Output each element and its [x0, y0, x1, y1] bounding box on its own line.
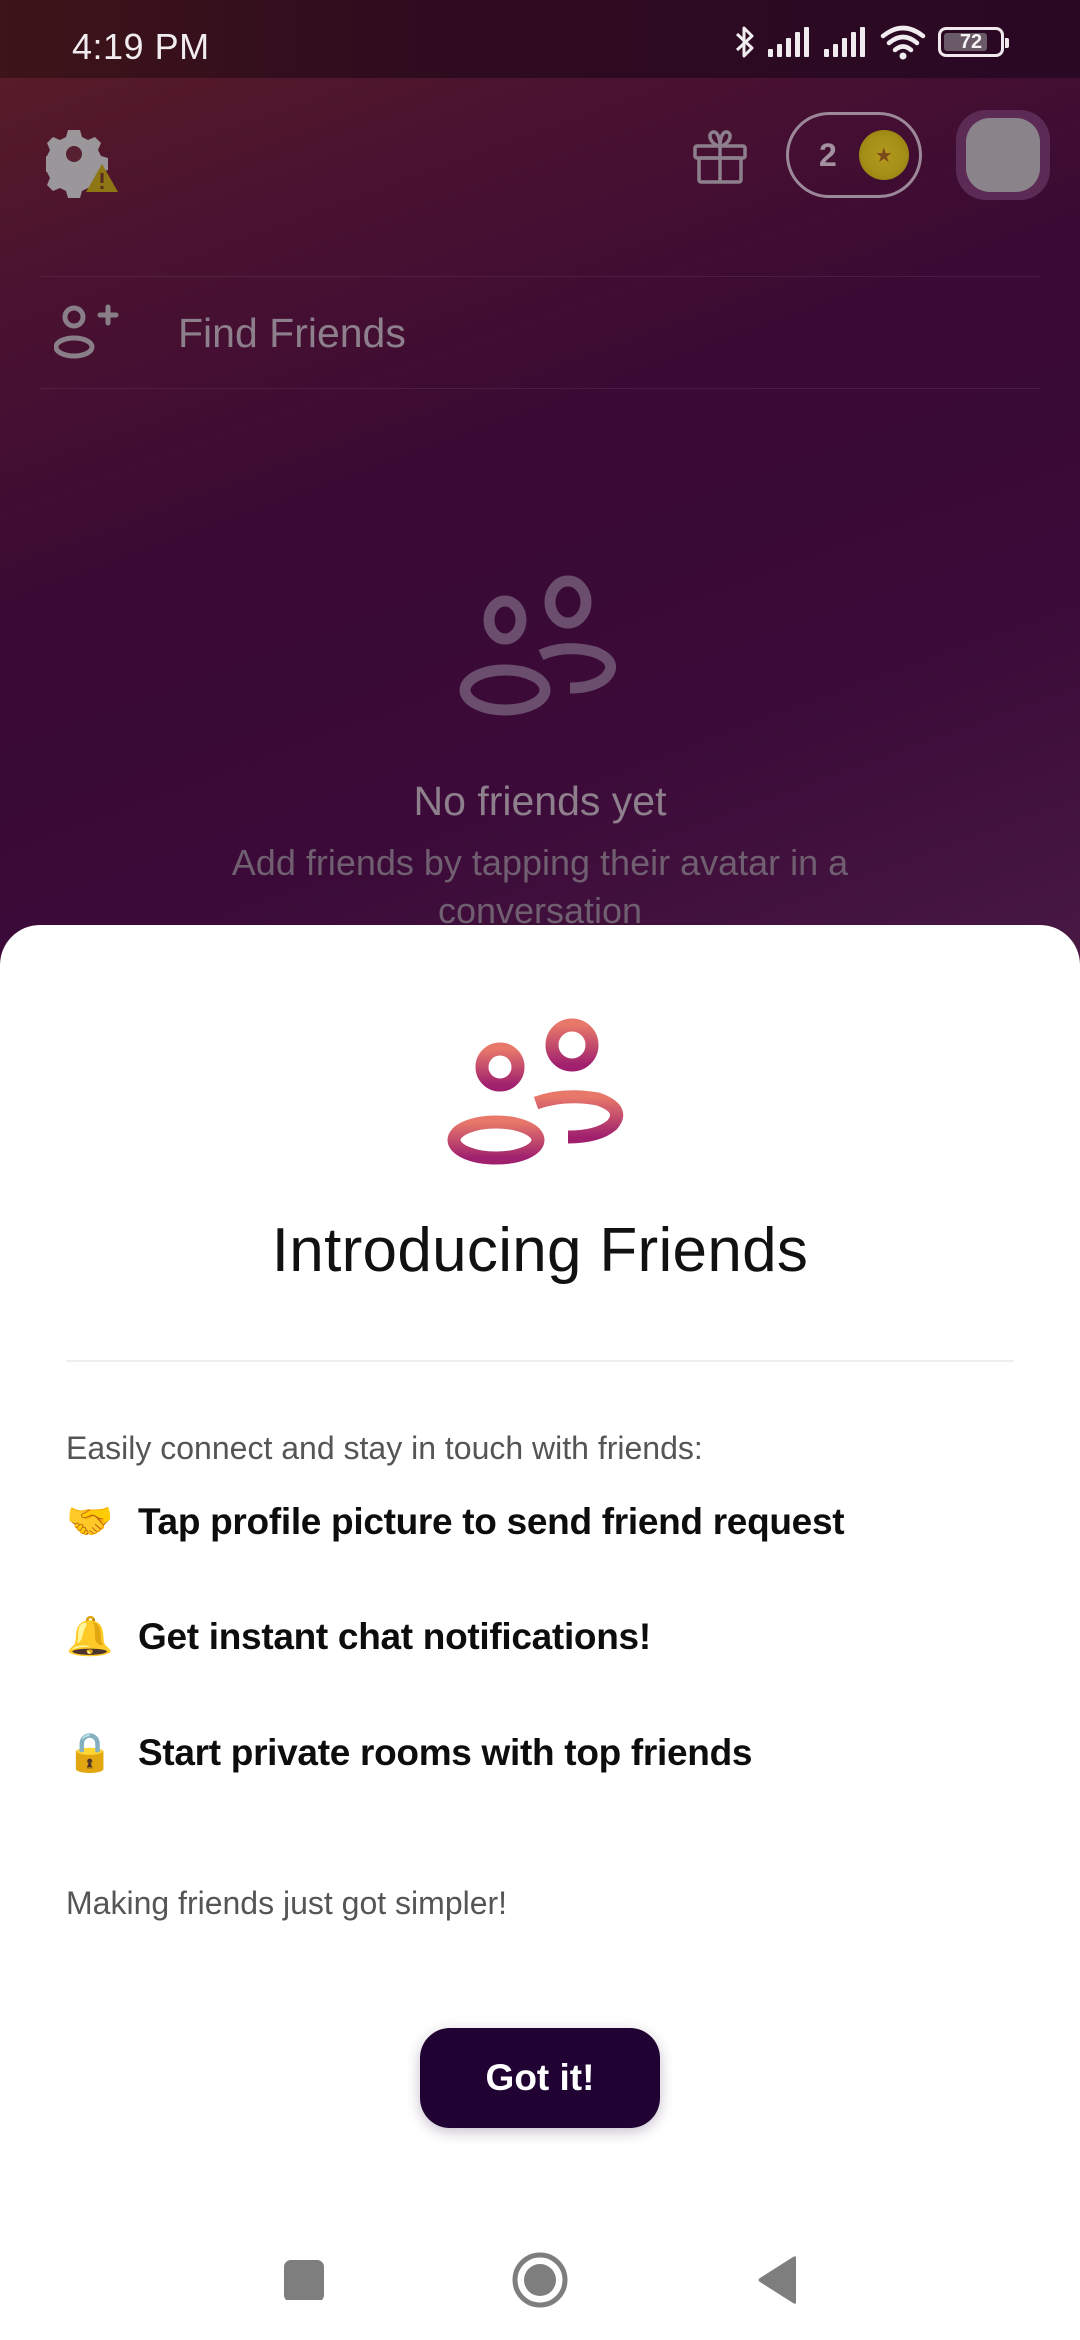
- divider: [40, 276, 1040, 277]
- wifi-icon: [880, 24, 926, 60]
- lock-icon: 🔒: [66, 1732, 114, 1774]
- status-bar: 4:19 PM 72: [0, 0, 1080, 78]
- avatar: [966, 118, 1040, 192]
- triangle-back-icon: [758, 2256, 796, 2304]
- friends-icon: [459, 575, 617, 716]
- empty-state: No friends yet Add friends by tapping th…: [0, 570, 1080, 935]
- bluetooth-icon: [734, 24, 756, 60]
- feature-item: 🔔 Get instant chat notifications!: [66, 1615, 651, 1659]
- gift-button[interactable]: [690, 126, 750, 186]
- settings-button[interactable]: [40, 126, 126, 206]
- find-friends-label: Find Friends: [178, 309, 406, 356]
- add-person-icon: [54, 304, 119, 359]
- battery-level: 72: [959, 30, 983, 53]
- signal-icon: [768, 27, 812, 57]
- circle-home-icon: [512, 2252, 568, 2308]
- back-button[interactable]: [748, 2250, 808, 2310]
- sheet-title: Introducing Friends: [271, 1216, 809, 1285]
- system-nav-bar: [0, 2220, 1080, 2340]
- handshake-icon: 🤝: [66, 1501, 114, 1543]
- recents-button[interactable]: [274, 2250, 334, 2310]
- app-background: 4:19 PM 72 2 ★ Find Friends No friends y…: [0, 0, 1080, 1000]
- intro-text: Easily connect and stay in touch with fr…: [66, 1430, 703, 1466]
- status-icons: 72: [734, 22, 1009, 62]
- profile-avatar-button[interactable]: [956, 110, 1050, 200]
- divider: [66, 1360, 1014, 1362]
- coin-star-icon: ★: [858, 130, 909, 180]
- bell-icon: 🔔: [66, 1616, 114, 1658]
- got-it-button[interactable]: Got it!: [420, 2028, 660, 2128]
- empty-state-subtitle: Add friends by tapping their avatar in a…: [231, 842, 849, 931]
- feature-text: Get instant chat notifications!: [138, 1616, 651, 1657]
- warning-icon: [86, 164, 118, 192]
- battery-icon: 72: [938, 27, 1009, 57]
- top-bar: 2 ★: [0, 100, 1080, 220]
- square-icon: [284, 2260, 324, 2300]
- feature-item: 🤝 Tap profile picture to send friend req…: [66, 1500, 845, 1544]
- status-time: 4:19 PM: [72, 26, 210, 67]
- home-button[interactable]: [510, 2250, 570, 2310]
- outro-text: Making friends just got simpler!: [66, 1885, 508, 1921]
- find-friends-row[interactable]: Find Friends: [40, 278, 1040, 388]
- feature-item: 🔒 Start private rooms with top friends: [66, 1731, 752, 1775]
- signal-icon: [824, 27, 868, 57]
- friends-icon: [447, 1018, 624, 1165]
- gift-icon: [693, 130, 747, 184]
- coin-balance-button[interactable]: 2 ★: [786, 112, 922, 198]
- feature-text: Start private rooms with top friends: [138, 1732, 753, 1773]
- feature-text: Tap profile picture to send friend reque…: [138, 1501, 845, 1542]
- introducing-friends-sheet: Introducing Friends Easily connect and s…: [0, 925, 1080, 2340]
- empty-state-title: No friends yet: [413, 778, 667, 824]
- divider: [40, 388, 1040, 389]
- coin-count: 2: [819, 136, 837, 173]
